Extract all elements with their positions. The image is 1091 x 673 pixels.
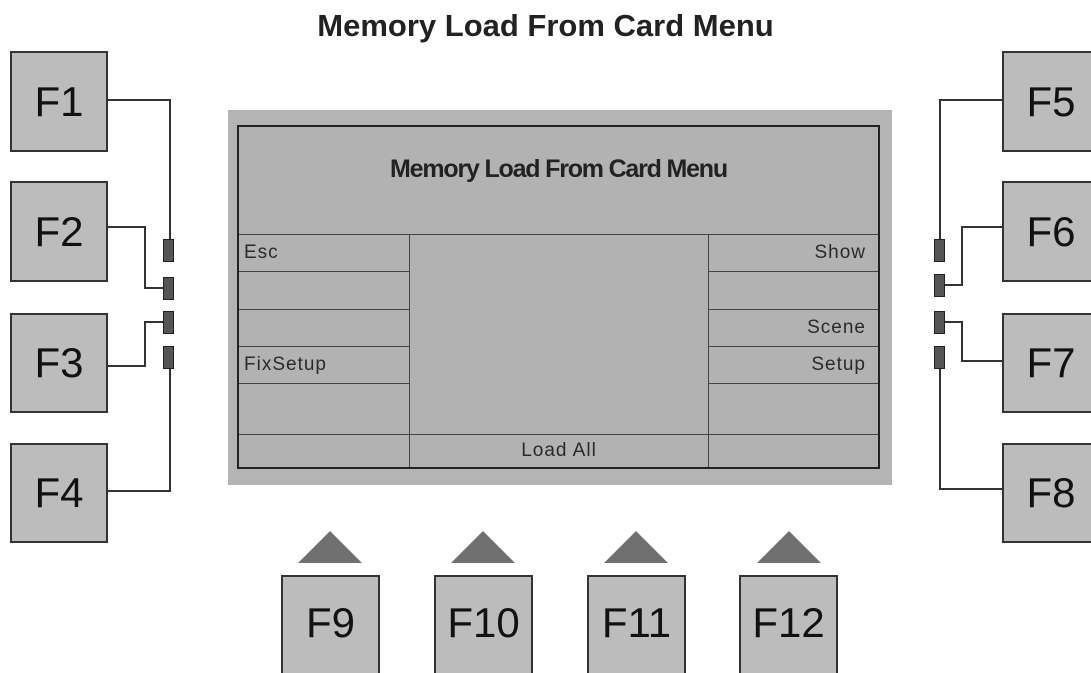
connector-left-3 — [163, 311, 174, 334]
connector-right-4 — [934, 346, 945, 369]
diagram: Memory Load From Card Menu F1 F2 F3 F4 F… — [0, 0, 1091, 673]
connector-left-4 — [163, 346, 174, 369]
menu-item-load-all[interactable]: Load All — [410, 434, 708, 467]
f11-key[interactable]: F11 — [587, 575, 686, 673]
menu-item-show[interactable]: Show — [708, 234, 878, 271]
f8-key[interactable]: F8 — [1002, 443, 1091, 543]
wire-f3 — [108, 321, 163, 367]
f12-key[interactable]: F12 — [739, 575, 838, 673]
f4-key[interactable]: F4 — [10, 443, 108, 543]
connector-right-2 — [934, 274, 945, 297]
f6-key[interactable]: F6 — [1002, 181, 1091, 282]
menu-item-esc[interactable]: Esc — [239, 234, 410, 271]
screen-title: Memory Load From Card Menu — [390, 155, 728, 183]
menu-item-right-2[interactable] — [708, 271, 878, 309]
f5-key[interactable]: F5 — [1002, 51, 1091, 152]
up-arrow-icon[interactable] — [298, 531, 362, 563]
wire-f1 — [108, 99, 171, 240]
f1-key[interactable]: F1 — [10, 51, 108, 152]
menu-item-scene[interactable]: Scene — [708, 309, 878, 346]
menu-item-left-bottom[interactable] — [239, 434, 410, 467]
menu-item-right-bottom[interactable] — [708, 434, 878, 467]
menu-item-left-5[interactable] — [239, 383, 410, 434]
wire-f5 — [939, 99, 1002, 240]
f7-key[interactable]: F7 — [1002, 313, 1091, 413]
up-arrow-icon[interactable] — [757, 531, 821, 563]
f2-key[interactable]: F2 — [10, 181, 108, 282]
menu-item-fixsetup[interactable]: FixSetup — [239, 346, 410, 383]
wire-f4 — [108, 369, 171, 492]
wire-f8 — [939, 369, 1002, 490]
menu-item-left-2[interactable] — [239, 271, 410, 309]
wire-f7 — [945, 321, 1002, 362]
connector-right-3 — [934, 311, 945, 334]
up-arrow-icon[interactable] — [451, 531, 515, 563]
menu-item-left-3[interactable] — [239, 309, 410, 346]
f10-key[interactable]: F10 — [434, 575, 533, 673]
lcd-screen: Memory Load From Card Menu Esc FixSetup … — [237, 125, 880, 469]
menu-item-right-5[interactable] — [708, 383, 878, 434]
connector-right-1 — [934, 239, 945, 262]
connector-left-1 — [163, 239, 174, 262]
connector-left-2 — [163, 277, 174, 300]
up-arrow-icon[interactable] — [604, 531, 668, 563]
menu-item-setup[interactable]: Setup — [708, 346, 878, 383]
screen-center-area — [410, 234, 708, 434]
wire-f2 — [108, 226, 163, 289]
f9-key[interactable]: F9 — [281, 575, 380, 673]
f3-key[interactable]: F3 — [10, 313, 108, 413]
wire-f6 — [945, 226, 1002, 286]
